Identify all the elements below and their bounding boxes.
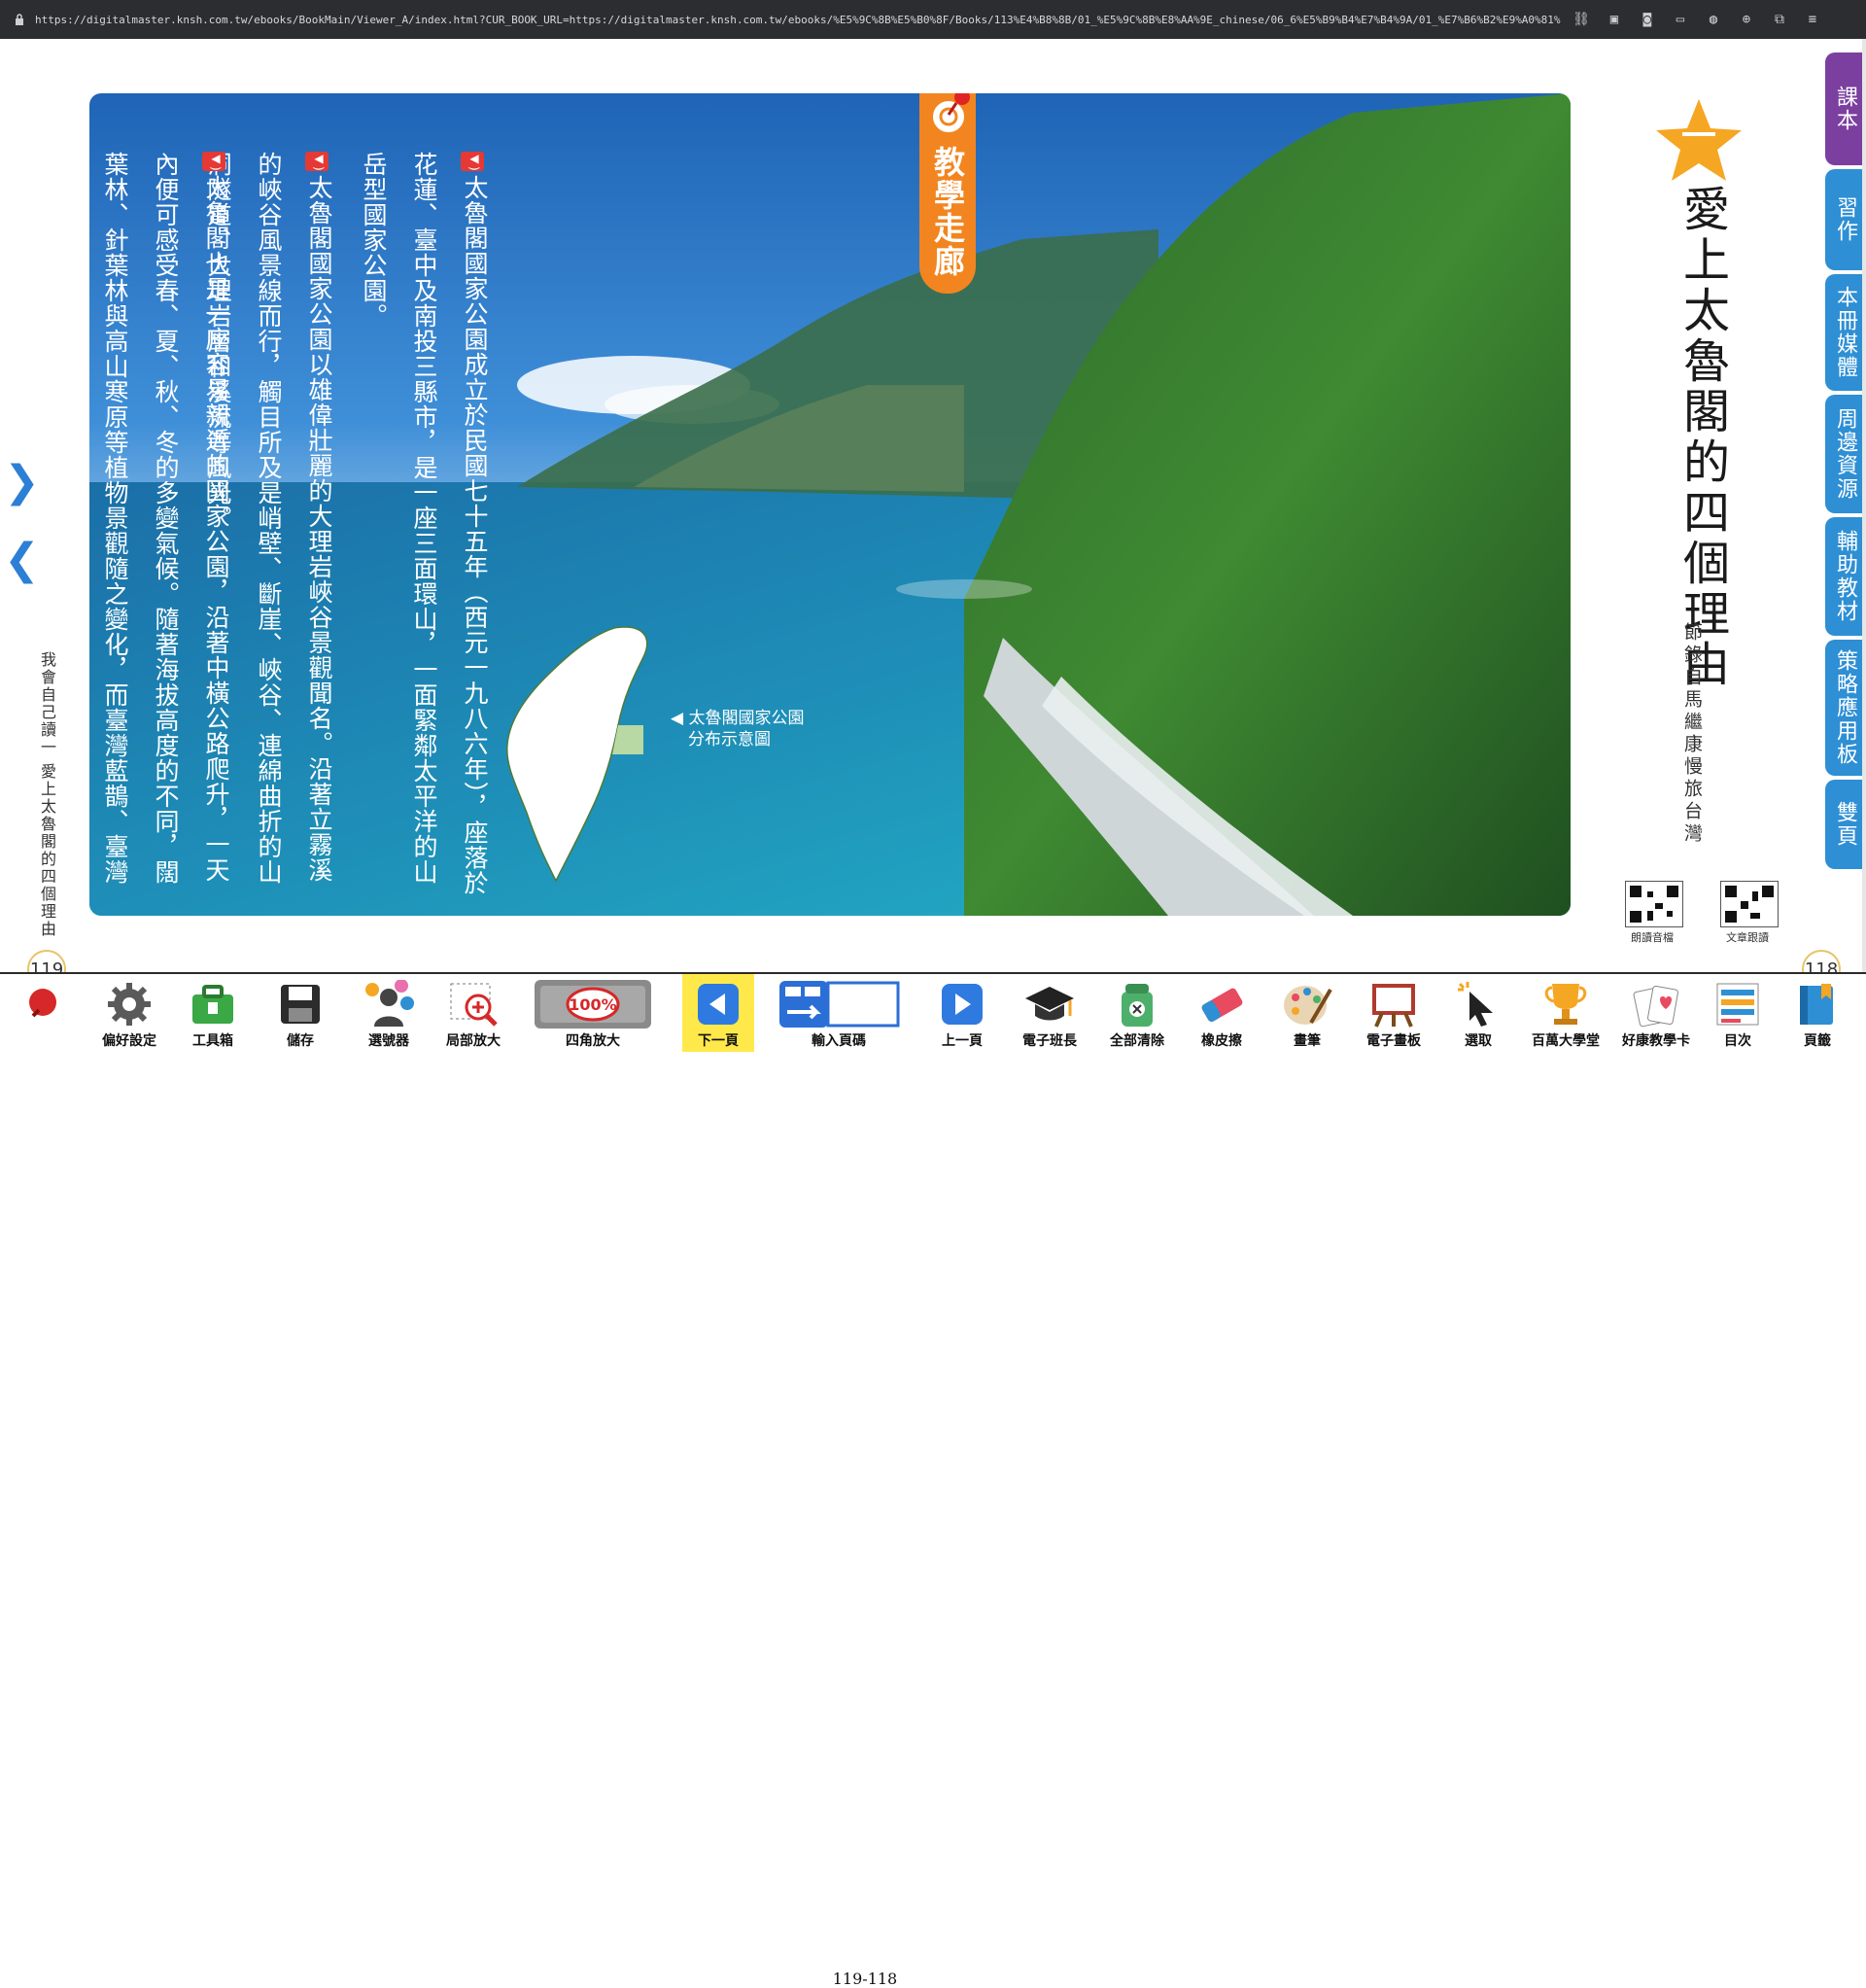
save-button[interactable]: 儲存 xyxy=(268,974,332,1052)
paragraph-2: ◀)太魯閣國家公園以雄偉壯麗的大理岩峽谷景觀聞名。沿著立霧溪的峽谷風景線而行，觸… xyxy=(204,152,333,885)
graduation-cap-icon xyxy=(1025,987,1074,1021)
save-icon xyxy=(281,985,320,1024)
vertical-scrollbar[interactable] xyxy=(1862,39,1866,972)
svg-text:100%: 100% xyxy=(569,995,616,1014)
lesson-title: 愛上太魯閣的四個理由 xyxy=(1675,185,1729,690)
map-pointer-icon: ◀ xyxy=(671,709,689,728)
trash-icon xyxy=(1122,984,1153,1027)
speaker-icon[interactable]: ◀) xyxy=(461,152,484,172)
qr-label-audio: 朗讀音檔 xyxy=(1631,931,1674,944)
teaching-card-button[interactable]: 好康教學卡 xyxy=(1615,974,1697,1052)
easel-icon xyxy=(1372,984,1415,1028)
speaker-icon[interactable]: ◀) xyxy=(305,152,328,172)
window-icon[interactable]: ▭ xyxy=(1672,11,1689,28)
page-input-button[interactable]: 輸入頁碼 xyxy=(778,974,900,1052)
lesson-number-mark xyxy=(1682,132,1715,136)
bookmark-button[interactable]: 頁籤 xyxy=(1786,974,1849,1052)
link-icon[interactable]: ⛓ xyxy=(1572,11,1590,28)
paragraph-1: ◀)太魯閣國家公園成立於民國七十五年（西元一九八六年），座落於花蓮、臺中及南投三… xyxy=(360,152,489,896)
pushpin-icon xyxy=(929,93,970,136)
menu-icon[interactable]: ≡ xyxy=(1804,11,1821,28)
preferences-button[interactable]: 偏好設定 xyxy=(93,974,165,1052)
crosshair-icon[interactable]: ⊕ xyxy=(1738,11,1755,28)
url-text[interactable]: https://digitalmaster.knsh.com.tw/ebooks… xyxy=(35,14,1561,26)
camera-icon[interactable]: ◙ xyxy=(1639,11,1656,28)
toc-icon xyxy=(1716,983,1759,1026)
toolbox-icon xyxy=(192,985,233,1024)
lesson-source: 節錄自馬繼康慢旅台灣 xyxy=(1681,622,1703,846)
extensions-icon[interactable]: ⧉ xyxy=(1771,11,1788,28)
number-picker-icon xyxy=(365,980,414,1027)
gear-icon xyxy=(108,983,151,1026)
tab-workbook[interactable]: 習作 xyxy=(1825,169,1862,270)
eraser-button[interactable]: 橡皮擦 xyxy=(1188,974,1256,1052)
tab-supplementary[interactable]: 輔助教材 xyxy=(1825,517,1862,636)
taiwan-map[interactable] xyxy=(498,618,682,890)
trophy-icon xyxy=(1544,984,1587,1025)
cards-icon xyxy=(1633,985,1678,1028)
map-caption: ◀ 太魯閣國家公園 分布示意圖 xyxy=(671,709,805,750)
tab-double-page[interactable]: 雙頁 xyxy=(1825,780,1862,869)
pushpin-icon xyxy=(29,989,56,1018)
pin-tool-button[interactable] xyxy=(14,974,72,1052)
tab-strategy-board[interactable]: 策略應用板 xyxy=(1825,640,1862,776)
paragraph-3: ◀)太魯閣也是一座容易親近的國家公園，沿著中橫公路爬升，一天內便可感受春、夏、秋… xyxy=(101,152,230,885)
select-button[interactable]: 選取 xyxy=(1446,974,1510,1052)
qr-code-follow-read[interactable] xyxy=(1720,881,1779,927)
running-title: 我會自己讀一 愛上太魯閣的四個理由 xyxy=(38,651,56,939)
e-board-button[interactable]: 電子畫板 xyxy=(1355,974,1433,1052)
toolbox-button[interactable]: 工具箱 xyxy=(179,974,247,1052)
local-zoom-button[interactable]: 局部放大 xyxy=(437,974,509,1052)
number-picker-button[interactable]: 選號器 xyxy=(350,974,428,1052)
clear-all-button[interactable]: 全部清除 xyxy=(1102,974,1172,1052)
lesson-star-icon xyxy=(1656,99,1742,181)
page-input-field[interactable]: 119-118 xyxy=(832,1970,898,1988)
browser-url-bar[interactable]: https://digitalmaster.knsh.com.tw/ebooks… xyxy=(0,0,1866,39)
toc-button[interactable]: 目次 xyxy=(1707,974,1769,1052)
speaker-icon[interactable]: ◀) xyxy=(202,152,225,172)
qr-code-audio[interactable] xyxy=(1625,881,1683,927)
eraser-icon xyxy=(1201,988,1243,1023)
tab-media[interactable]: 本冊媒體 xyxy=(1825,274,1862,391)
tab-resources[interactable]: 周邊資源 xyxy=(1825,395,1862,513)
prev-page-button[interactable]: 上一頁 xyxy=(927,974,997,1052)
page-input-icon xyxy=(779,981,900,1028)
four-corner-zoom-button[interactable]: 100% 四角放大 xyxy=(533,974,653,1052)
zoom-100-icon: 100% xyxy=(535,980,651,1029)
million-academy-button[interactable]: 百萬大學堂 xyxy=(1526,974,1606,1052)
pen-button[interactable]: 畫筆 xyxy=(1275,974,1339,1052)
bottom-toolbar: 偏好設定 工具箱 儲存 選號器 局部放大 100% 四角放大 下一頁 輸入頁碼 … xyxy=(0,972,1866,1988)
palette-icon xyxy=(1284,986,1332,1025)
prev-page-icon xyxy=(942,984,983,1025)
magnifier-icon xyxy=(450,983,498,1027)
bookmark-icon xyxy=(1800,984,1833,1025)
photo-spread: 教學走廊 ◀)太魯閣國家公園成立於民國七十五年（西元一九八六年），座落於花蓮、臺… xyxy=(89,93,1571,916)
lock-icon xyxy=(14,14,25,25)
cursor-icon xyxy=(1458,982,1493,1027)
globe-icon[interactable]: ◍ xyxy=(1705,11,1722,28)
tab-textbook[interactable]: 課本 xyxy=(1825,52,1862,165)
class-leader-button[interactable]: 電子班長 xyxy=(1015,974,1085,1052)
download-icon[interactable]: ▣ xyxy=(1606,11,1623,28)
qr-label-follow-read: 文章跟讀 xyxy=(1726,931,1769,944)
next-page-button[interactable]: 下一頁 xyxy=(682,974,754,1052)
next-page-arrow[interactable]: ❯ xyxy=(4,461,40,504)
prev-page-arrow[interactable]: ❮ xyxy=(4,539,40,581)
next-page-icon xyxy=(698,984,739,1025)
ebook-viewer: ❯ ❮ 我會自己讀一 愛上太魯閣的四個理由 119 教學走廊 ◀)太魯閣國家公園… xyxy=(0,39,1866,1007)
